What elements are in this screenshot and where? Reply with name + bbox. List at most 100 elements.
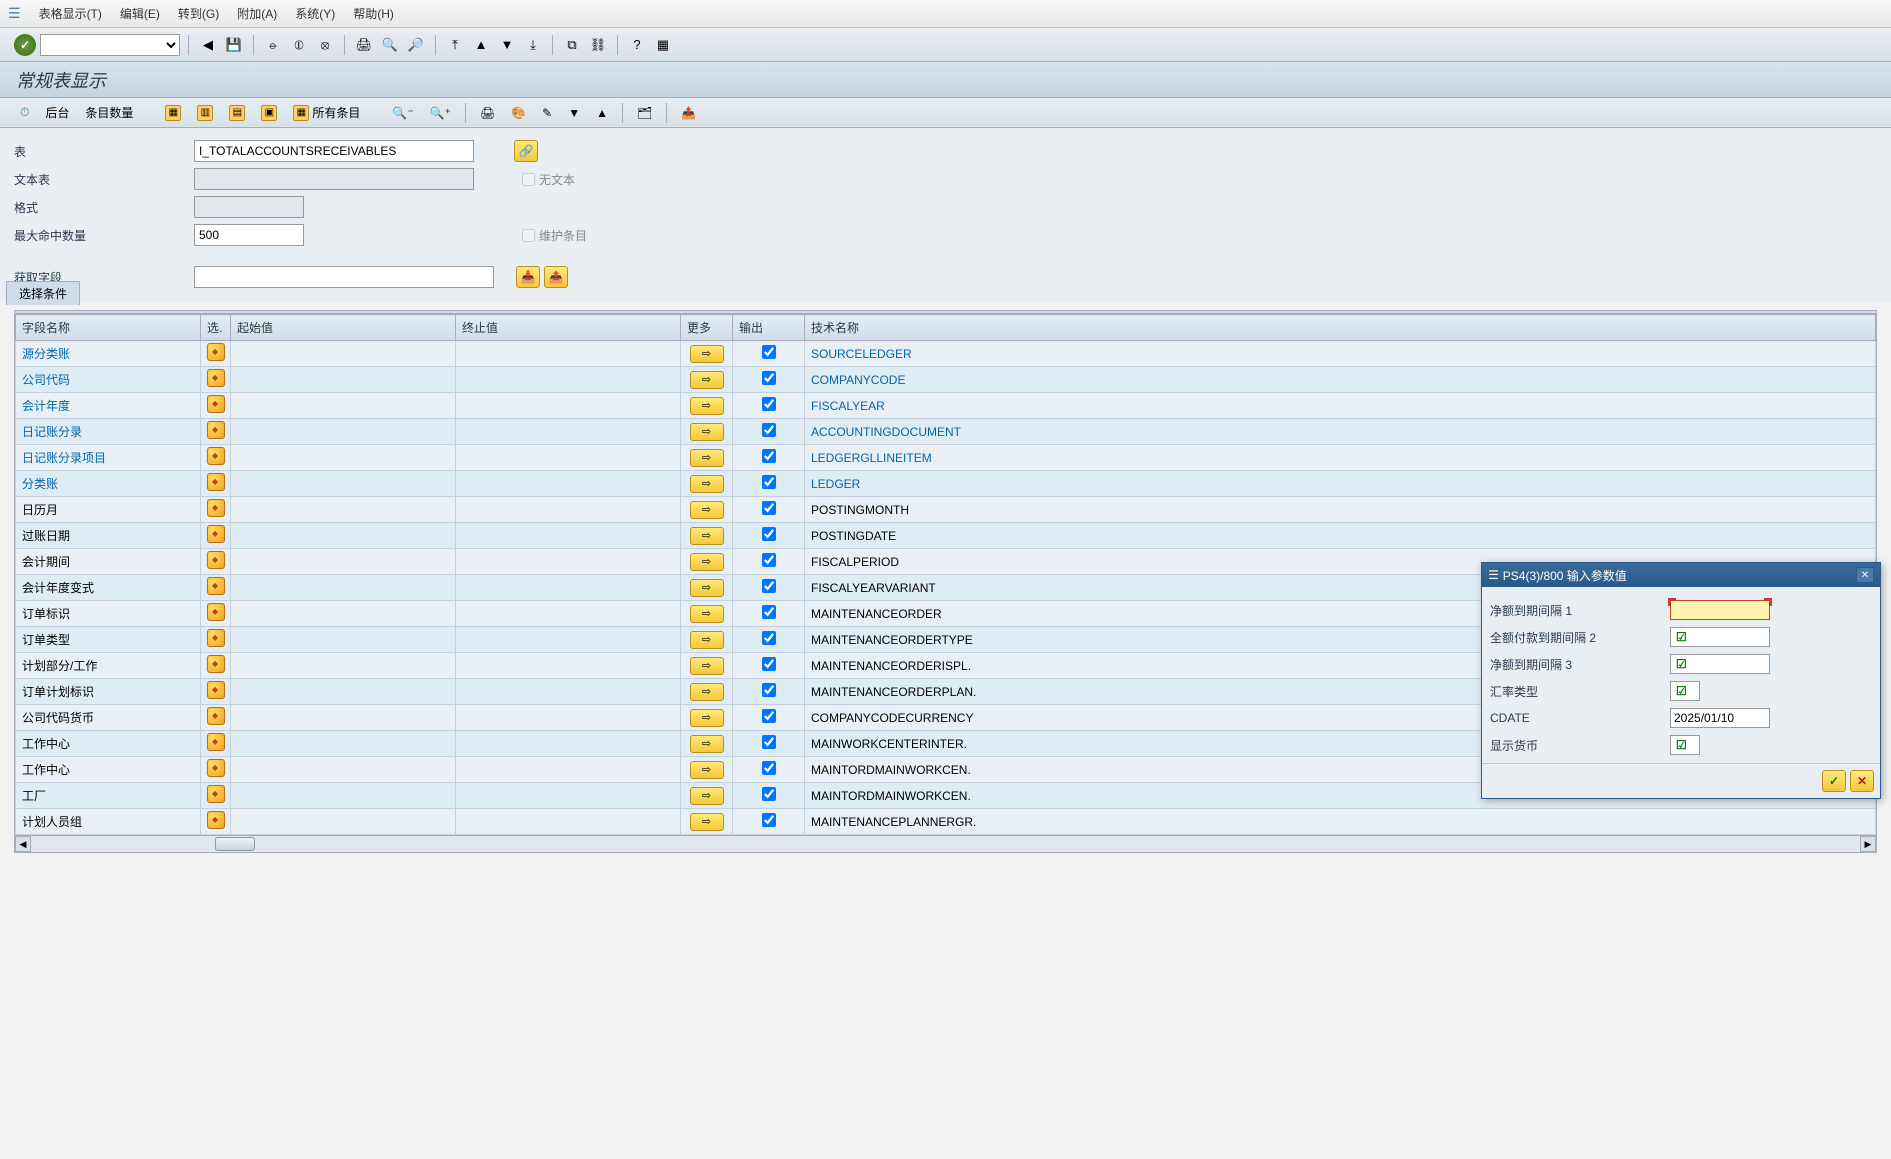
dialog-input-required[interactable] — [1670, 600, 1770, 620]
col-tech-name[interactable]: 技术名称 — [805, 315, 1876, 341]
end-value-cell[interactable] — [456, 367, 681, 393]
tool-icon-2[interactable]: ▥ — [191, 102, 219, 124]
selection-option-icon[interactable] — [207, 395, 225, 413]
last-page-icon[interactable]: ⤓ — [522, 34, 544, 56]
col-output[interactable]: 输出 — [733, 315, 805, 341]
tech-name-cell[interactable]: SOURCELEDGER — [811, 347, 912, 361]
tool-icon-4[interactable]: ▣ — [255, 102, 283, 124]
output-checkbox[interactable] — [762, 371, 776, 385]
tech-name-cell[interactable]: LEDGER — [811, 477, 860, 491]
more-button[interactable]: ⇨ — [690, 631, 724, 649]
end-value-cell[interactable] — [456, 419, 681, 445]
table-input[interactable] — [194, 140, 474, 162]
dialog-close-button[interactable]: ✕ — [1856, 567, 1874, 583]
start-value-cell[interactable] — [231, 575, 456, 601]
zoom-out-icon[interactable]: 🔍⁻ — [386, 102, 419, 124]
output-checkbox[interactable] — [762, 475, 776, 489]
end-value-cell[interactable] — [456, 601, 681, 627]
end-value-cell[interactable] — [456, 653, 681, 679]
selection-option-icon[interactable] — [207, 369, 225, 387]
execute-button[interactable]: ⏱ — [14, 102, 35, 124]
output-checkbox[interactable] — [762, 605, 776, 619]
field-name-cell[interactable]: 会计年度 — [22, 399, 70, 413]
new-session-icon[interactable]: ⧉ — [561, 34, 583, 56]
end-value-cell[interactable] — [456, 497, 681, 523]
end-value-cell[interactable] — [456, 341, 681, 367]
end-value-cell[interactable] — [456, 783, 681, 809]
app-menu-icon[interactable]: ☰ — [8, 5, 21, 22]
start-value-cell[interactable] — [231, 497, 456, 523]
more-button[interactable]: ⇨ — [690, 397, 724, 415]
print-icon[interactable]: 🖨 — [474, 102, 501, 124]
export-icon[interactable]: 📤 — [675, 102, 702, 124]
more-button[interactable]: ⇨ — [690, 527, 724, 545]
more-button[interactable]: ⇨ — [690, 761, 724, 779]
selection-option-icon[interactable] — [207, 811, 225, 829]
start-value-cell[interactable] — [231, 809, 456, 835]
back-nav-icon[interactable]: ⦵ — [262, 34, 284, 56]
field-name-cell[interactable]: 日记账分录项目 — [22, 451, 106, 465]
more-button[interactable]: ⇨ — [690, 423, 724, 441]
find-icon[interactable]: 🔍 — [379, 34, 401, 56]
output-checkbox[interactable] — [762, 449, 776, 463]
more-button[interactable]: ⇨ — [690, 501, 724, 519]
col-field-name[interactable]: 字段名称 — [16, 315, 201, 341]
dropdown-icon[interactable]: ▼ — [562, 102, 586, 124]
selection-option-icon[interactable] — [207, 343, 225, 361]
output-checkbox[interactable] — [762, 683, 776, 697]
save-icon[interactable]: 💾 — [223, 34, 245, 56]
output-checkbox[interactable] — [762, 345, 776, 359]
selection-option-icon[interactable] — [207, 551, 225, 569]
start-value-cell[interactable] — [231, 627, 456, 653]
background-button[interactable]: 后台 — [39, 102, 75, 124]
next-page-icon[interactable]: ▼ — [496, 34, 518, 56]
selection-option-icon[interactable] — [207, 577, 225, 595]
more-button[interactable]: ⇨ — [690, 709, 724, 727]
start-value-cell[interactable] — [231, 341, 456, 367]
tech-name-cell[interactable]: LEDGERGLLINEITEM — [811, 451, 932, 465]
start-value-cell[interactable] — [231, 679, 456, 705]
end-value-cell[interactable] — [456, 471, 681, 497]
output-checkbox[interactable] — [762, 657, 776, 671]
end-value-cell[interactable] — [456, 731, 681, 757]
end-value-cell[interactable] — [456, 627, 681, 653]
end-value-cell[interactable] — [456, 575, 681, 601]
selection-option-icon[interactable] — [207, 603, 225, 621]
dialog-input-tick[interactable]: ☑ — [1670, 654, 1770, 674]
start-value-cell[interactable] — [231, 783, 456, 809]
more-button[interactable]: ⇨ — [690, 813, 724, 831]
start-value-cell[interactable] — [231, 419, 456, 445]
exit-icon[interactable]: ⦶ — [288, 34, 310, 56]
menu-edit[interactable]: 编辑(E) — [120, 5, 160, 22]
selection-option-icon[interactable] — [207, 525, 225, 543]
shortcut-icon[interactable]: ⛓ — [587, 34, 609, 56]
end-value-cell[interactable] — [456, 549, 681, 575]
tech-name-cell[interactable]: COMPANYCODE — [811, 373, 905, 387]
field-name-cell[interactable]: 分类账 — [22, 477, 58, 491]
print-icon[interactable]: 🖨 — [353, 34, 375, 56]
field-name-cell[interactable]: 源分类账 — [22, 347, 70, 361]
find-next-icon[interactable]: 🔎 — [405, 34, 427, 56]
enter-button[interactable]: ✓ — [14, 34, 36, 56]
dialog-input-tick[interactable]: ☑ — [1670, 681, 1700, 701]
selection-option-icon[interactable] — [207, 733, 225, 751]
more-button[interactable]: ⇨ — [690, 683, 724, 701]
selection-option-icon[interactable] — [207, 499, 225, 517]
help-icon[interactable]: ? — [626, 34, 648, 56]
menu-extras[interactable]: 附加(A) — [237, 5, 277, 22]
start-value-cell[interactable] — [231, 471, 456, 497]
more-button[interactable]: ⇨ — [690, 475, 724, 493]
start-value-cell[interactable] — [231, 601, 456, 627]
output-checkbox[interactable] — [762, 787, 776, 801]
dialog-ok-button[interactable]: ✓ — [1822, 770, 1846, 792]
start-value-cell[interactable] — [231, 523, 456, 549]
pencil-icon[interactable]: ✎ — [536, 102, 558, 124]
selection-option-icon[interactable] — [207, 629, 225, 647]
start-value-cell[interactable] — [231, 393, 456, 419]
start-value-cell[interactable] — [231, 653, 456, 679]
table-search-button[interactable]: 🔗 — [514, 140, 538, 162]
more-button[interactable]: ⇨ — [690, 735, 724, 753]
menu-help[interactable]: 帮助(H) — [353, 5, 394, 22]
max-hits-input[interactable] — [194, 224, 304, 246]
selection-option-icon[interactable] — [207, 759, 225, 777]
